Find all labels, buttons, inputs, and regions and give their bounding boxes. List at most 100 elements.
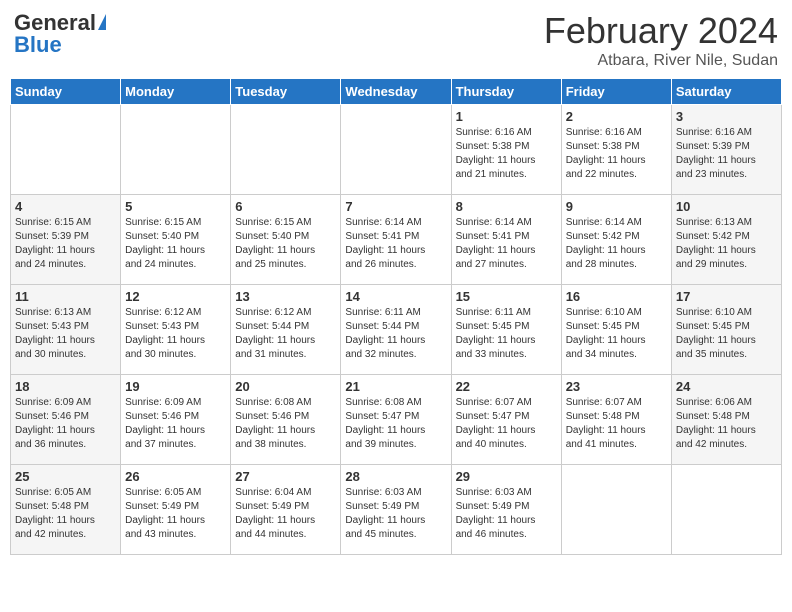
day-info: Sunrise: 6:09 AM Sunset: 5:46 PM Dayligh… bbox=[125, 396, 226, 452]
calendar-cell: 10 Sunrise: 6:13 AM Sunset: 5:42 PM Dayli… bbox=[671, 195, 781, 285]
title-block: February 2024 Atbara, River Nile, Sudan bbox=[544, 10, 778, 70]
day-number: 18 bbox=[15, 379, 116, 394]
calendar-cell: 12Sunrise: 6:12 AM Sunset: 5:43 PM Dayli… bbox=[121, 285, 231, 375]
day-info: Sunrise: 6:13 AM Sunset: 5:43 PM Dayligh… bbox=[15, 306, 116, 362]
day-number: 21 bbox=[345, 379, 446, 394]
day-info: Sunrise: 6:15 AM Sunset: 5:40 PM Dayligh… bbox=[235, 216, 336, 272]
day-number: 20 bbox=[235, 379, 336, 394]
day-info: Sunrise: 6:12 AM Sunset: 5:44 PM Dayligh… bbox=[235, 306, 336, 362]
calendar-cell bbox=[671, 465, 781, 555]
day-number: 17 bbox=[676, 289, 777, 304]
day-info: Sunrise: 6:16 AM Sunset: 5:38 PM Dayligh… bbox=[566, 126, 667, 182]
calendar-cell: 7 Sunrise: 6:14 AM Sunset: 5:41 PM Daylig… bbox=[341, 195, 451, 285]
day-info: Sunrise: 6:13 AM Sunset: 5:42 PM Dayligh… bbox=[676, 216, 777, 272]
day-info: Sunrise: 6:11 AM Sunset: 5:44 PM Dayligh… bbox=[345, 306, 446, 362]
calendar-cell: 14 Sunrise: 6:11 AM Sunset: 5:44 PM Dayli… bbox=[341, 285, 451, 375]
calendar-cell: 9 Sunrise: 6:14 AM Sunset: 5:42 PM Daylig… bbox=[561, 195, 671, 285]
day-info: Sunrise: 6:05 AM Sunset: 5:48 PM Dayligh… bbox=[15, 486, 116, 542]
calendar-cell: 29Sunrise: 6:03 AM Sunset: 5:49 PM Dayli… bbox=[451, 465, 561, 555]
day-info: Sunrise: 6:14 AM Sunset: 5:42 PM Dayligh… bbox=[566, 216, 667, 272]
calendar-cell bbox=[11, 105, 121, 195]
calendar-cell: 15 Sunrise: 6:11 AM Sunset: 5:45 PM Dayli… bbox=[451, 285, 561, 375]
day-number: 15 bbox=[456, 289, 557, 304]
calendar-week-row: 4 Sunrise: 6:15 AM Sunset: 5:39 PM Daylig… bbox=[11, 195, 782, 285]
day-number: 24 bbox=[676, 379, 777, 394]
calendar-cell bbox=[341, 105, 451, 195]
day-number: 11 bbox=[15, 289, 116, 304]
logo-blue-text: Blue bbox=[14, 32, 62, 58]
calendar-cell: 22 Sunrise: 6:07 AM Sunset: 5:47 PM Dayli… bbox=[451, 375, 561, 465]
weekday-header: Saturday bbox=[671, 79, 781, 105]
day-info: Sunrise: 6:07 AM Sunset: 5:48 PM Dayligh… bbox=[566, 396, 667, 452]
calendar-cell bbox=[121, 105, 231, 195]
day-number: 19 bbox=[125, 379, 226, 394]
day-info: Sunrise: 6:16 AM Sunset: 5:38 PM Dayligh… bbox=[456, 126, 557, 182]
calendar-cell: 8 Sunrise: 6:14 AM Sunset: 5:41 PM Daylig… bbox=[451, 195, 561, 285]
calendar-week-row: 18 Sunrise: 6:09 AM Sunset: 5:46 PM Dayli… bbox=[11, 375, 782, 465]
day-info: Sunrise: 6:12 AM Sunset: 5:43 PM Dayligh… bbox=[125, 306, 226, 362]
weekday-header: Thursday bbox=[451, 79, 561, 105]
day-number: 7 bbox=[345, 199, 446, 214]
day-number: 25 bbox=[15, 469, 116, 484]
calendar-cell: 2 Sunrise: 6:16 AM Sunset: 5:38 PM Daylig… bbox=[561, 105, 671, 195]
calendar-cell: 1 Sunrise: 6:16 AM Sunset: 5:38 PM Daylig… bbox=[451, 105, 561, 195]
calendar-cell: 18 Sunrise: 6:09 AM Sunset: 5:46 PM Dayli… bbox=[11, 375, 121, 465]
calendar-cell bbox=[561, 465, 671, 555]
day-number: 14 bbox=[345, 289, 446, 304]
weekday-header: Sunday bbox=[11, 79, 121, 105]
day-number: 10 bbox=[676, 199, 777, 214]
day-number: 2 bbox=[566, 109, 667, 124]
day-number: 6 bbox=[235, 199, 336, 214]
day-info: Sunrise: 6:14 AM Sunset: 5:41 PM Dayligh… bbox=[456, 216, 557, 272]
location-title: Atbara, River Nile, Sudan bbox=[544, 52, 778, 70]
day-info: Sunrise: 6:11 AM Sunset: 5:45 PM Dayligh… bbox=[456, 306, 557, 362]
day-info: Sunrise: 6:03 AM Sunset: 5:49 PM Dayligh… bbox=[345, 486, 446, 542]
day-number: 22 bbox=[456, 379, 557, 394]
calendar-cell: 20 Sunrise: 6:08 AM Sunset: 5:46 PM Dayli… bbox=[231, 375, 341, 465]
day-number: 4 bbox=[15, 199, 116, 214]
calendar-cell: 26 Sunrise: 6:05 AM Sunset: 5:49 PM Dayli… bbox=[121, 465, 231, 555]
day-info: Sunrise: 6:08 AM Sunset: 5:47 PM Dayligh… bbox=[345, 396, 446, 452]
day-info: Sunrise: 6:09 AM Sunset: 5:46 PM Dayligh… bbox=[15, 396, 116, 452]
day-number: 16 bbox=[566, 289, 667, 304]
day-info: Sunrise: 6:14 AM Sunset: 5:41 PM Dayligh… bbox=[345, 216, 446, 272]
logo: General Blue bbox=[14, 10, 106, 58]
weekday-header: Wednesday bbox=[341, 79, 451, 105]
calendar-cell: 23Sunrise: 6:07 AM Sunset: 5:48 PM Dayli… bbox=[561, 375, 671, 465]
day-number: 27 bbox=[235, 469, 336, 484]
day-number: 26 bbox=[125, 469, 226, 484]
day-number: 9 bbox=[566, 199, 667, 214]
day-number: 1 bbox=[456, 109, 557, 124]
calendar-cell: 4 Sunrise: 6:15 AM Sunset: 5:39 PM Daylig… bbox=[11, 195, 121, 285]
day-number: 13 bbox=[235, 289, 336, 304]
day-info: Sunrise: 6:04 AM Sunset: 5:49 PM Dayligh… bbox=[235, 486, 336, 542]
day-info: Sunrise: 6:15 AM Sunset: 5:40 PM Dayligh… bbox=[125, 216, 226, 272]
day-info: Sunrise: 6:15 AM Sunset: 5:39 PM Dayligh… bbox=[15, 216, 116, 272]
calendar-cell: 11 Sunrise: 6:13 AM Sunset: 5:43 PM Dayli… bbox=[11, 285, 121, 375]
calendar-cell: 5Sunrise: 6:15 AM Sunset: 5:40 PM Daylig… bbox=[121, 195, 231, 285]
calendar-cell: 21 Sunrise: 6:08 AM Sunset: 5:47 PM Dayli… bbox=[341, 375, 451, 465]
day-info: Sunrise: 6:07 AM Sunset: 5:47 PM Dayligh… bbox=[456, 396, 557, 452]
day-number: 8 bbox=[456, 199, 557, 214]
calendar-cell: 19 Sunrise: 6:09 AM Sunset: 5:46 PM Dayli… bbox=[121, 375, 231, 465]
calendar-table: SundayMondayTuesdayWednesdayThursdayFrid… bbox=[10, 78, 782, 555]
day-info: Sunrise: 6:06 AM Sunset: 5:48 PM Dayligh… bbox=[676, 396, 777, 452]
calendar-cell: 17 Sunrise: 6:10 AM Sunset: 5:45 PM Dayli… bbox=[671, 285, 781, 375]
day-info: Sunrise: 6:10 AM Sunset: 5:45 PM Dayligh… bbox=[676, 306, 777, 362]
month-title: February 2024 bbox=[544, 10, 778, 52]
weekday-header: Friday bbox=[561, 79, 671, 105]
day-info: Sunrise: 6:05 AM Sunset: 5:49 PM Dayligh… bbox=[125, 486, 226, 542]
page-header: General Blue February 2024 Atbara, River… bbox=[10, 10, 782, 70]
day-info: Sunrise: 6:08 AM Sunset: 5:46 PM Dayligh… bbox=[235, 396, 336, 452]
calendar-cell: 6 Sunrise: 6:15 AM Sunset: 5:40 PM Daylig… bbox=[231, 195, 341, 285]
day-number: 3 bbox=[676, 109, 777, 124]
day-info: Sunrise: 6:03 AM Sunset: 5:49 PM Dayligh… bbox=[456, 486, 557, 542]
calendar-cell: 27 Sunrise: 6:04 AM Sunset: 5:49 PM Dayli… bbox=[231, 465, 341, 555]
calendar-cell: 24 Sunrise: 6:06 AM Sunset: 5:48 PM Dayli… bbox=[671, 375, 781, 465]
calendar-cell bbox=[231, 105, 341, 195]
calendar-week-row: 1 Sunrise: 6:16 AM Sunset: 5:38 PM Daylig… bbox=[11, 105, 782, 195]
weekday-header: Tuesday bbox=[231, 79, 341, 105]
calendar-cell: 13 Sunrise: 6:12 AM Sunset: 5:44 PM Dayli… bbox=[231, 285, 341, 375]
day-number: 28 bbox=[345, 469, 446, 484]
weekday-header-row: SundayMondayTuesdayWednesdayThursdayFrid… bbox=[11, 79, 782, 105]
